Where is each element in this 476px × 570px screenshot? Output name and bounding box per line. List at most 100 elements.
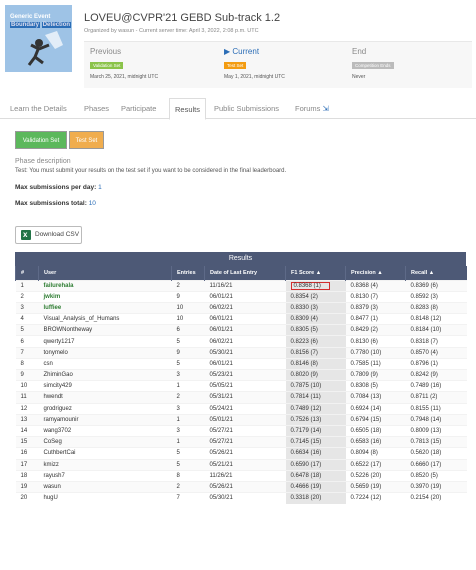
competition-tabs: Learn the Details Phases Participate Res… (0, 98, 476, 120)
cell-rank: 15 (15, 436, 39, 448)
results-title: Results (15, 252, 466, 266)
phase-name: Previous (90, 47, 122, 56)
column-header-entries: Entries (171, 266, 205, 280)
cell-precision: 0.7780 (10) (345, 346, 406, 359)
cell-user[interactable]: Visual_Analysis_of_Humans (38, 313, 172, 325)
cell-user[interactable]: jwkim (38, 290, 172, 303)
cell-date: 05/26/21 (204, 480, 286, 493)
phase-current: ▶ Current Test Set May 1, 2021, midnight… (218, 42, 352, 89)
phase-badge: Competition Ends (352, 62, 394, 69)
cell-date: 06/02/21 (204, 335, 286, 348)
cell-user[interactable]: hwendt (38, 391, 172, 404)
table-row: 1 failurehala 2 11/16/21 0.8368 (1) 0.8368 (4… (15, 279, 467, 292)
cell-recall: 0.8711 (2) (405, 391, 467, 404)
cell-date: 06/01/21 (204, 313, 286, 325)
cell-precision: 0.5226 (20) (345, 469, 406, 482)
cell-user[interactable]: kmizz (38, 458, 172, 471)
cell-precision: 0.6583 (16) (345, 436, 406, 448)
column-header-date: Date of Last Entry (204, 266, 286, 280)
cell-date: 05/24/21 (204, 402, 286, 415)
phase-description-text: Test: You must submit your results on th… (15, 168, 287, 174)
logo-line-2: Boundary (10, 22, 41, 28)
test-set-button[interactable]: Test Set (69, 131, 104, 149)
cell-precision: 0.8130 (6) (345, 335, 406, 348)
tab-phases[interactable]: Phases (79, 98, 114, 119)
validation-set-button[interactable]: Validation Set (15, 131, 67, 149)
tab-results[interactable]: Results (169, 98, 207, 120)
column-header-precision[interactable]: Precision ▲ (345, 266, 406, 280)
cell-rank: 2 (15, 290, 39, 303)
cell-f1-score: 0.8305 (5) (285, 324, 346, 336)
results-table-container: Results # User Entries Date of Last Entry F1… (15, 252, 467, 504)
tab-learn-the-details[interactable]: Learn the Details (5, 98, 72, 119)
cell-user[interactable]: ramyamounir (38, 413, 172, 426)
cell-precision: 0.6505 (18) (345, 424, 406, 437)
cell-precision: 0.8379 (3) (345, 301, 406, 314)
cell-precision: 0.5659 (19) (345, 480, 406, 493)
cell-date: 05/01/21 (204, 413, 286, 426)
table-row: 2 jwkim 9 06/01/21 0.8354 (2) 0.8130 (7) 0.859… (15, 290, 467, 303)
cell-precision: 0.6522 (17) (345, 458, 406, 471)
cell-user[interactable]: simcity429 (38, 380, 172, 392)
cell-precision: 0.8368 (4) (345, 279, 406, 292)
cell-entries: 1 (171, 413, 205, 426)
cell-date: 05/05/21 (204, 380, 286, 392)
phase-timeline: Previous Validation Set March 25, 2021, … (84, 41, 472, 88)
cell-user[interactable]: failurehala (38, 279, 172, 292)
column-header-user: User (38, 266, 172, 280)
cell-f1-score: 0.6634 (16) (285, 447, 346, 459)
download-csv-button[interactable]: Download CSV (15, 226, 82, 244)
phase-date: May 1, 2021, midnight UTC (224, 74, 285, 80)
table-row: 13 ramyamounir 1 05/01/21 0.7526 (13) 0.6794 … (15, 413, 467, 426)
table-row: 3 luffiee 10 06/02/21 0.8330 (3) 0.8379 (3) 0.… (15, 301, 467, 314)
table-row: 9 ZhiminGao 3 05/23/21 0.8020 (9) 0.7809 (9) 0… (15, 368, 467, 381)
cell-date: 05/23/21 (204, 368, 286, 381)
cell-rank: 11 (15, 391, 39, 404)
cell-user[interactable]: rayush7 (38, 469, 172, 482)
cell-recall: 0.8184 (10) (405, 324, 467, 336)
cell-date: 05/31/21 (204, 391, 286, 404)
cell-user[interactable]: hugU (38, 492, 172, 504)
cell-user[interactable]: CuthbertCai (38, 447, 172, 459)
logo-line-3: Detection (41, 22, 72, 28)
cell-entries: 9 (171, 346, 205, 359)
table-row: 6 qwerty1217 5 06/02/21 0.8223 (6) 0.8130 (6)… (15, 335, 467, 348)
tab-participate[interactable]: Participate (116, 98, 161, 119)
external-link-icon: ⇲ (322, 104, 329, 113)
cell-user[interactable]: BROWNontheway (38, 324, 172, 336)
table-row: 5 BROWNontheway 6 06/01/21 0.8305 (5) 0.8429 … (15, 324, 467, 336)
table-row: 12 grodriguez 3 05/24/21 0.7489 (12) 0.6924 (… (15, 402, 467, 415)
cell-user[interactable]: luffiee (38, 301, 172, 314)
cell-precision: 0.8130 (7) (345, 290, 406, 303)
cell-precision: 0.6924 (14) (345, 402, 406, 415)
cell-date: 11/16/21 (204, 279, 286, 292)
cell-user[interactable]: ZhiminGao (38, 368, 172, 381)
cell-user[interactable]: wasun (38, 480, 172, 493)
cell-user[interactable]: grodriguez (38, 402, 172, 415)
tab-public-submissions[interactable]: Public Submissions (209, 98, 284, 119)
cell-rank: 12 (15, 402, 39, 415)
cell-entries: 3 (171, 402, 205, 415)
cell-recall: 0.8570 (4) (405, 346, 467, 359)
cell-user[interactable]: CoSeg (38, 436, 172, 448)
phase-badge: Validation Set (90, 62, 124, 69)
table-row: 20 hugU 7 05/30/21 0.3318 (20) 0.7224 (12) 0.2… (15, 492, 467, 504)
cell-user[interactable]: tonymelo (38, 346, 172, 359)
cell-f1-score: 0.4666 (19) (285, 480, 346, 493)
cell-entries: 1 (171, 380, 205, 392)
results-table: # User Entries Date of Last Entry F1 Score ▲… (15, 266, 467, 504)
cell-user[interactable]: qwerty1217 (38, 335, 172, 348)
tab-forums[interactable]: Forums ⇲ (290, 98, 334, 119)
cell-user[interactable]: wang3702 (38, 424, 172, 437)
cell-date: 05/30/21 (204, 346, 286, 359)
phase-name: End (352, 47, 367, 56)
cell-entries: 8 (171, 469, 205, 482)
column-header-f1-score[interactable]: F1 Score ▲ (285, 266, 346, 280)
cell-rank: 18 (15, 469, 39, 482)
cell-date: 05/30/21 (204, 492, 286, 504)
cell-recall: 0.2154 (20) (405, 492, 467, 504)
column-header-recall[interactable]: Recall ▲ (405, 266, 467, 280)
table-row: 7 tonymelo 9 05/30/21 0.8156 (7) 0.7780 (10) 0… (15, 346, 467, 359)
cell-user[interactable]: csn (38, 357, 172, 370)
cell-rank: 13 (15, 413, 39, 426)
